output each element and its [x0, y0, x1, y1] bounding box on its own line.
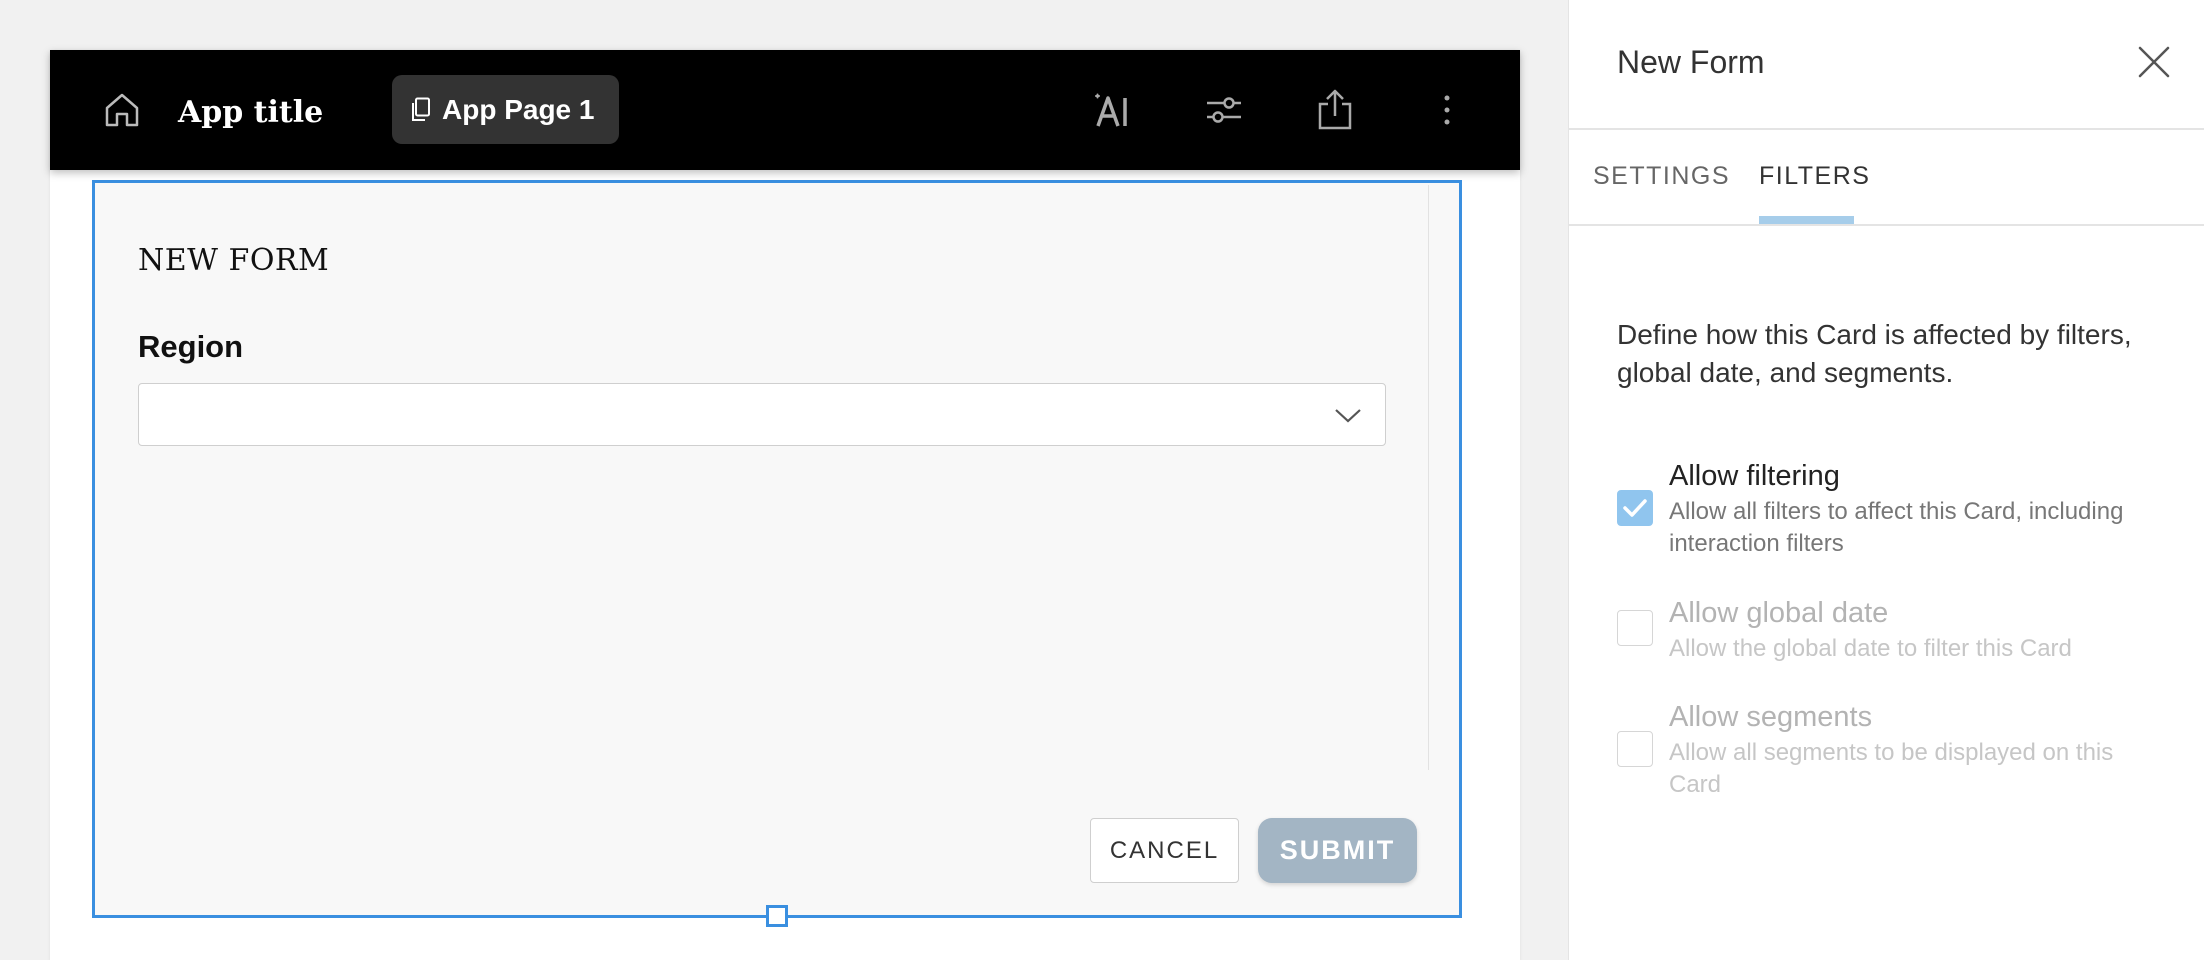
chevron-down-icon	[1335, 409, 1361, 423]
card-resize-handle[interactable]	[766, 905, 788, 927]
allow-global-date-subtitle: Allow the global date to filter this Car…	[1669, 635, 2072, 662]
region-select[interactable]	[138, 383, 1386, 446]
active-tab-indicator	[1759, 216, 1854, 224]
form-card[interactable]: NEW FORM Region CANCEL SUBMIT	[92, 180, 1462, 918]
home-button[interactable]	[94, 80, 150, 140]
ai-button[interactable]	[1083, 80, 1143, 140]
allow-filtering-checkbox[interactable]	[1617, 490, 1653, 526]
region-label: Region	[138, 329, 244, 364]
share-button[interactable]	[1305, 80, 1365, 140]
page-tab-label: App Page 1	[442, 93, 595, 125]
submit-button[interactable]: SUBMIT	[1258, 818, 1417, 883]
cancel-button[interactable]: CANCEL	[1090, 818, 1239, 883]
card-scroll-divider	[1428, 185, 1429, 770]
close-icon[interactable]	[2134, 42, 2174, 82]
allow-segments-checkbox[interactable]	[1617, 731, 1653, 767]
card-properties-panel: New Form SETTINGS FILTERS Define how thi…	[1568, 0, 2204, 960]
more-options-button[interactable]	[1417, 80, 1477, 140]
allow-segments-title: Allow segments	[1669, 701, 1873, 733]
allow-segments-subtitle: Allow all segments to be displayed on th…	[1669, 739, 2114, 798]
page-tab-button[interactable]: App Page 1	[392, 75, 619, 144]
allow-global-date-title: Allow global date	[1669, 597, 1889, 629]
filter-sliders-icon	[1207, 97, 1241, 123]
allow-filtering-title: Allow filtering	[1669, 460, 1840, 492]
panel-title: New Form	[1617, 44, 1765, 80]
ai-sparkle-icon	[1095, 93, 1127, 127]
form-title: NEW FORM	[138, 243, 330, 278]
tabs-divider	[1569, 224, 2204, 226]
checkmark-icon	[1623, 499, 1647, 517]
filters-description: Define how this Card is affected by filt…	[1617, 319, 2132, 388]
allow-filtering-subtitle: Allow all filters to affect this Card, i…	[1669, 498, 2124, 557]
tab-settings[interactable]: SETTINGS	[1593, 162, 1730, 191]
app-title: App title	[178, 95, 324, 130]
app-canvas: App title App Page 1 NEW FORM Region CAN…	[0, 0, 1568, 960]
tab-filters[interactable]: FILTERS	[1759, 162, 1870, 191]
home-icon	[105, 93, 139, 127]
allow-global-date-checkbox[interactable]	[1617, 610, 1653, 646]
filters-button[interactable]	[1194, 80, 1254, 140]
panel-header-divider	[1569, 128, 2204, 130]
page-copy-icon	[412, 97, 430, 121]
share-icon	[1318, 89, 1352, 130]
more-vertical-icon	[1444, 95, 1450, 125]
